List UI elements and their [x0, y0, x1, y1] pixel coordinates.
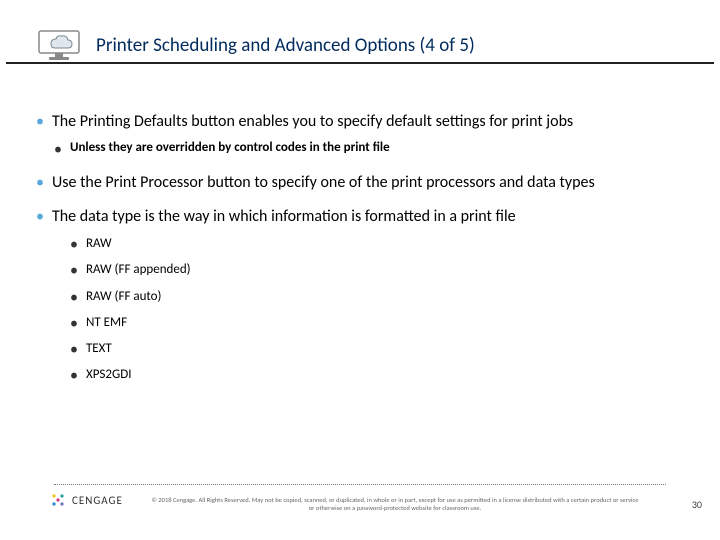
- title-underline: [6, 62, 714, 64]
- slide-header: Printer Scheduling and Advanced Options …: [36, 26, 684, 64]
- bullet-icon: •: [70, 288, 78, 307]
- list-item: • Unless they are overridden by control c…: [54, 140, 684, 159]
- bullet-text: XPS2GDI: [86, 366, 132, 384]
- bullet-text: RAW (FF appended): [86, 261, 191, 279]
- page-number: 30: [692, 498, 702, 511]
- list-item: • NT EMF: [70, 314, 684, 333]
- slide: Printer Scheduling and Advanced Options …: [0, 0, 720, 540]
- bullet-text: TEXT: [86, 340, 112, 358]
- bullet-icon: •: [70, 366, 78, 385]
- cengage-star-icon: [50, 492, 66, 508]
- bullet-icon: •: [36, 173, 44, 192]
- bullet-icon: •: [54, 140, 62, 159]
- list-item: • RAW (FF auto): [70, 288, 684, 307]
- bullet-text: The Printing Defaults button enables you…: [52, 112, 573, 132]
- slide-title: Printer Scheduling and Advanced Options …: [96, 34, 475, 57]
- bullet-icon: •: [70, 340, 78, 359]
- bullet-list: • The Printing Defaults button enables yo…: [36, 112, 684, 385]
- list-item: • Use the Print Processor button to speci…: [36, 173, 684, 193]
- list-item: • TEXT: [70, 340, 684, 359]
- bullet-icon: •: [70, 235, 78, 254]
- footer-divider: [54, 484, 666, 485]
- brand-logo: CENGAGE: [50, 492, 123, 508]
- list-item: • XPS2GDI: [70, 366, 684, 385]
- list-item: • RAW: [70, 235, 684, 254]
- bullet-text: NT EMF: [86, 314, 127, 332]
- bullet-text: RAW: [86, 235, 112, 253]
- bullet-text: Use the Print Processor button to specif…: [52, 173, 595, 193]
- bullet-text: RAW (FF auto): [86, 288, 162, 306]
- slide-content: • The Printing Defaults button enables yo…: [36, 112, 684, 385]
- slide-footer: CENGAGE © 2018 Cengage. All Rights Reser…: [0, 484, 720, 532]
- brand-text: CENGAGE: [72, 494, 123, 507]
- cloud-monitor-icon: [36, 26, 82, 64]
- bullet-icon: •: [36, 112, 44, 131]
- bullet-icon: •: [70, 314, 78, 333]
- list-item: • The data type is the way in which infor…: [36, 207, 684, 385]
- bullet-text: The data type is the way in which inform…: [52, 207, 516, 227]
- copyright-text: © 2018 Cengage. All Rights Reserved. May…: [150, 496, 640, 512]
- bullet-text: Unless they are overridden by control co…: [70, 140, 390, 157]
- list-item: • The Printing Defaults button enables yo…: [36, 112, 684, 159]
- bullet-icon: •: [70, 261, 78, 280]
- list-item: • RAW (FF appended): [70, 261, 684, 280]
- bullet-icon: •: [36, 207, 44, 226]
